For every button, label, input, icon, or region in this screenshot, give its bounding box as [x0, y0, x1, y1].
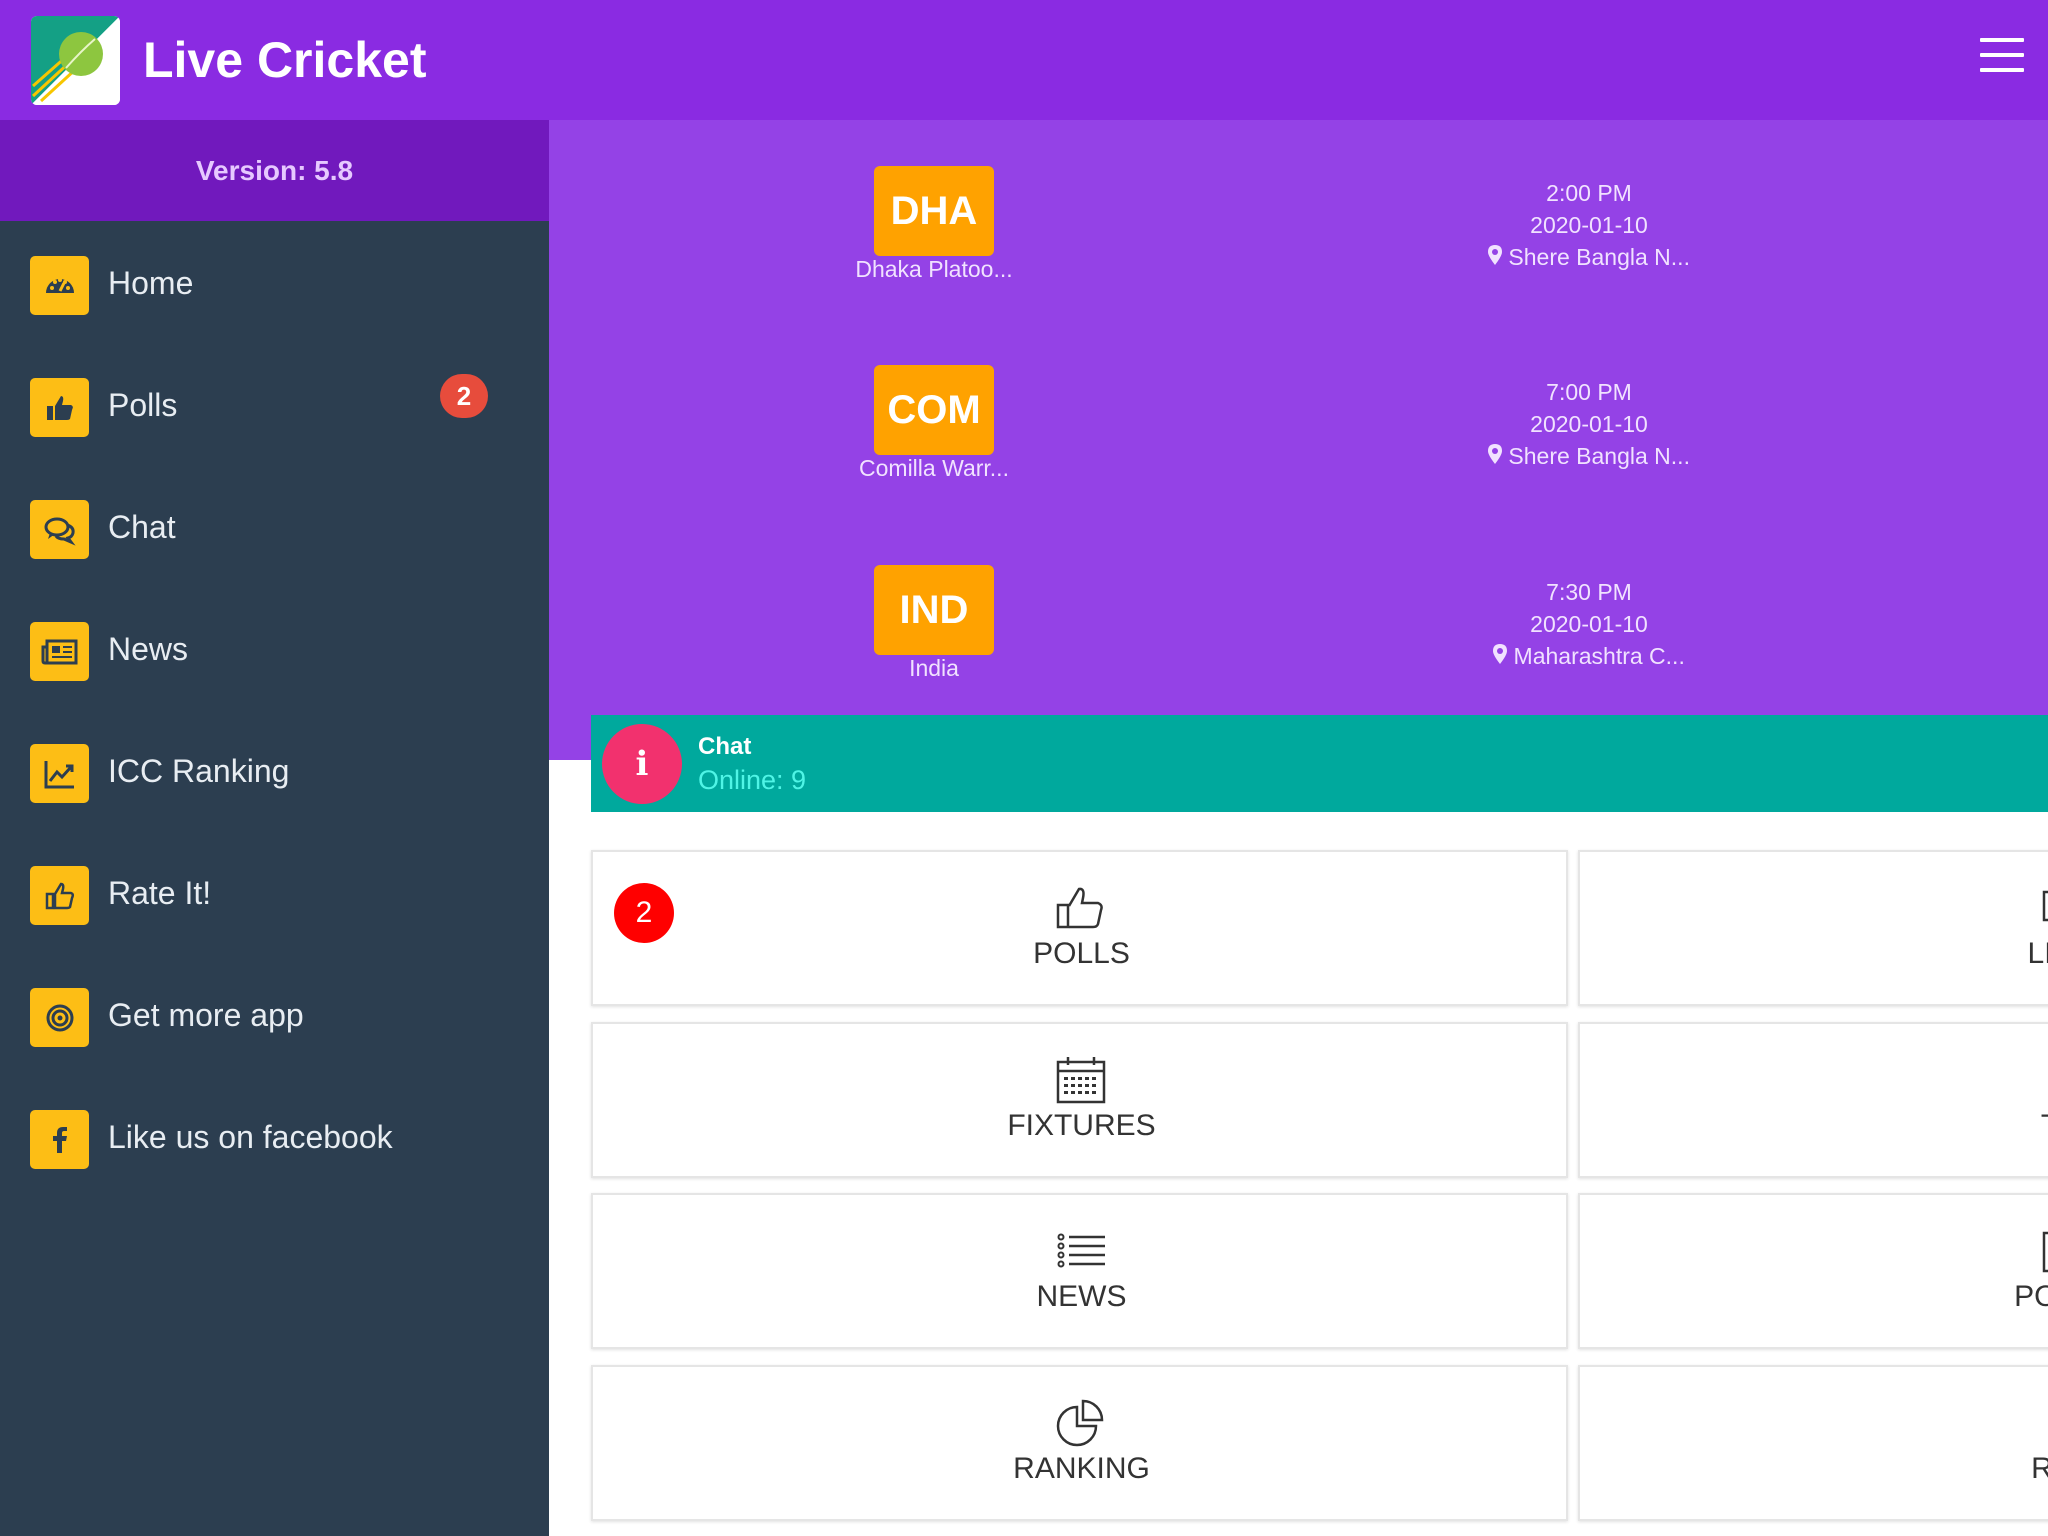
tile-rate[interactable]: RAT [1578, 1365, 2048, 1521]
sidebar-item-rate-it[interactable]: Rate It! [0, 856, 549, 936]
sidebar-item-news[interactable]: News [0, 612, 549, 692]
polls-tile-badge: 2 [614, 883, 674, 943]
pie-chart-icon [1055, 1397, 1107, 1449]
app-title: Live Cricket [143, 32, 427, 88]
sidebar-item-label: Home [108, 265, 194, 301]
match-date: 2020-01-10 [1530, 611, 1648, 637]
match-date: 2020-01-10 [1530, 212, 1648, 238]
facebook-icon [30, 1110, 89, 1169]
sidebar-item-label: Get more app [108, 997, 304, 1033]
star-icon [2038, 1397, 2048, 1449]
app-logo [31, 16, 120, 105]
sidebar-item-get-more-app[interactable]: Get more app [0, 978, 549, 1058]
match-info: 7:00 PM 2020-01-10 Shere Bangla N... [1439, 376, 1739, 472]
sidebar-item-label: ICC Ranking [108, 753, 290, 789]
team-name: Comilla Warr... [859, 455, 1009, 481]
sidebar-item-label: News [108, 631, 189, 667]
tile-ranking[interactable]: RANKING [591, 1365, 1568, 1521]
sidebar-item-polls[interactable]: Polls 2 [0, 368, 549, 448]
team-icon [2038, 1054, 2048, 1106]
tv-icon [2038, 882, 2048, 934]
chat-online-banner[interactable]: i Chat Online: 9 [591, 715, 2048, 812]
location-pin-icon [1488, 244, 1503, 270]
location-pin-icon [1488, 443, 1503, 469]
polls-count-badge: 2 [440, 374, 488, 418]
tile-label: RANKING [1013, 1452, 1150, 1485]
tile-teams[interactable]: TE [1578, 1022, 2048, 1178]
match-row[interactable]: COM Comilla Warr... 7:00 PM 2020-01-10 S… [549, 355, 2048, 545]
location-pin-icon [1493, 643, 1508, 669]
thumbs-up-outline-icon [30, 866, 89, 925]
sidebar-item-label: Polls [108, 387, 178, 423]
match-time: 7:00 PM [1546, 379, 1632, 405]
thumbs-up-icon [30, 378, 89, 437]
sidebar-item-home[interactable]: Home [0, 246, 549, 326]
calendar-icon [1055, 1054, 1107, 1106]
tile-label: RAT [2031, 1452, 2048, 1485]
team-code-badge: IND [874, 565, 994, 655]
tile-label: NEWS [1036, 1280, 1127, 1313]
info-icon: i [602, 724, 682, 804]
tile-news[interactable]: NEWS [591, 1193, 1568, 1349]
sidebar-item-label: Like us on facebook [108, 1119, 393, 1155]
points-table-icon [2038, 1225, 2048, 1277]
chat-online-count: Online: 9 [698, 765, 807, 795]
chat-banner-title: Chat [698, 733, 752, 760]
sidebar-item-icc-ranking[interactable]: ICC Ranking [0, 734, 549, 814]
match-venue: Shere Bangla N... [1439, 440, 1739, 472]
list-icon [1055, 1225, 1107, 1277]
dashboard-icon [30, 256, 89, 315]
match-info: 2:00 PM 2020-01-10 Shere Bangla N... [1439, 177, 1739, 273]
team-name: Dhaka Platoo... [855, 256, 1013, 282]
top-app-bar: Live Cricket [0, 0, 2048, 120]
tile-fixtures[interactable]: FIXTURES [591, 1022, 1568, 1178]
tile-label: POINT [2014, 1280, 2048, 1313]
match-time: 2:00 PM [1546, 180, 1632, 206]
match-row[interactable]: DHA Dhaka Platoo... 2:00 PM 2020-01-10 S… [549, 156, 2048, 346]
sidebar-item-facebook[interactable]: Like us on facebook [0, 1100, 549, 1180]
line-chart-icon [30, 744, 89, 803]
match-date: 2020-01-10 [1530, 411, 1648, 437]
venue-name: Shere Bangla N... [1508, 443, 1690, 469]
chat-icon [30, 500, 89, 559]
tile-points[interactable]: POINT [1578, 1193, 2048, 1349]
match-time: 7:30 PM [1546, 579, 1632, 605]
venue-name: Maharashtra C... [1513, 643, 1685, 669]
match-info: 7:30 PM 2020-01-10 Maharashtra C... [1439, 576, 1739, 672]
sidebar-item-chat[interactable]: Chat [0, 490, 549, 570]
team-name: India [909, 655, 959, 681]
tile-label: FIXTURES [1007, 1109, 1156, 1142]
venue-name: Shere Bangla N... [1508, 244, 1690, 270]
team-code-badge: DHA [874, 166, 994, 256]
match-venue: Shere Bangla N... [1439, 241, 1739, 273]
newspaper-icon [30, 622, 89, 681]
version-label: Version: 5.8 [0, 120, 549, 221]
sidebar: Version: 5.8 Home Polls 2 Chat News ICC … [0, 120, 549, 1536]
sidebar-item-label: Chat [108, 509, 176, 545]
bullseye-icon [30, 988, 89, 1047]
team-code-badge: COM [874, 365, 994, 455]
tile-label: TE [1580, 1109, 2048, 1143]
sidebar-item-label: Rate It! [108, 875, 212, 911]
thumbs-up-icon [1055, 882, 1107, 934]
hamburger-menu-icon[interactable] [1980, 38, 2024, 74]
tile-polls[interactable]: 2 POLLS [591, 850, 1568, 1006]
match-venue: Maharashtra C... [1439, 640, 1739, 672]
tile-label: LIVE [2027, 937, 2048, 970]
tile-live[interactable]: LIVE [1578, 850, 2048, 1006]
tile-label: POLLS [1033, 937, 1130, 970]
